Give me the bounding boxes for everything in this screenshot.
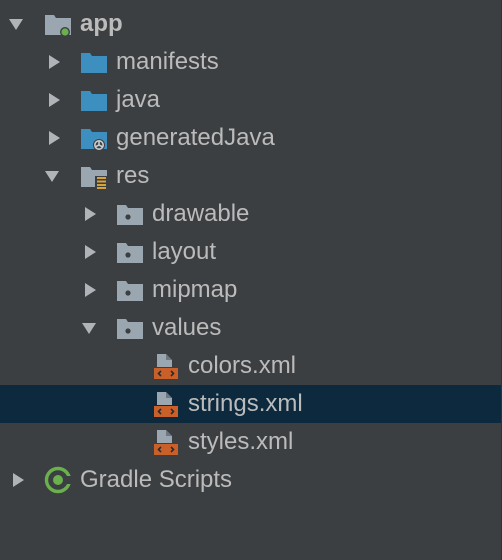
folder-blue-icon [80, 48, 108, 76]
folder-gray-icon [116, 276, 144, 304]
xml-file-icon [152, 390, 180, 418]
collapsed-arrow-icon[interactable] [44, 119, 64, 157]
tree-item-manifests[interactable]: manifests [0, 43, 502, 81]
tree-item-label: drawable [152, 200, 250, 227]
tree-item-label: layout [152, 238, 217, 265]
collapsed-arrow-icon[interactable] [80, 271, 100, 309]
tree-item-label: app [80, 10, 123, 37]
tree-item-colors-xml[interactable]: colors.xml [0, 347, 502, 385]
collapsed-arrow-icon[interactable] [80, 195, 100, 233]
tree-item-label: colors.xml [188, 352, 297, 379]
project-tree: app manifests java generatedJava res dra… [0, 0, 502, 560]
tree-item-label: styles.xml [188, 428, 294, 455]
tree-item-generatedJava[interactable]: generatedJava [0, 119, 502, 157]
resources-folder-icon [80, 162, 108, 190]
tree-item-drawable[interactable]: drawable [0, 195, 502, 233]
gradle-icon [44, 466, 72, 494]
expanded-arrow-icon[interactable] [79, 309, 99, 347]
tree-item-label: mipmap [152, 276, 238, 303]
tree-item-strings-xml[interactable]: strings.xml [0, 385, 502, 423]
tree-item-values[interactable]: values [0, 309, 502, 347]
tree-item-label: res [116, 162, 150, 189]
tree-item-label: manifests [116, 48, 219, 75]
tree-item-layout[interactable]: layout [0, 233, 502, 271]
generated-folder-icon [80, 124, 108, 152]
xml-file-icon [152, 428, 180, 456]
folder-gray-icon [116, 200, 144, 228]
tree-item-label: java [116, 86, 161, 113]
tree-item-app[interactable]: app [0, 5, 502, 43]
tree-item-label: Gradle Scripts [80, 466, 233, 493]
tree-item-label: strings.xml [188, 390, 303, 417]
folder-gray-icon [116, 314, 144, 342]
module-folder-icon [44, 10, 72, 38]
xml-file-icon [152, 352, 180, 380]
tree-item-gradle-scripts[interactable]: Gradle Scripts [0, 461, 502, 499]
folder-blue-icon [80, 86, 108, 114]
folder-gray-icon [116, 238, 144, 266]
tree-item-label: values [152, 314, 222, 341]
expanded-arrow-icon[interactable] [6, 5, 26, 43]
collapsed-arrow-icon[interactable] [80, 233, 100, 271]
collapsed-arrow-icon[interactable] [8, 461, 28, 499]
collapsed-arrow-icon[interactable] [44, 43, 64, 81]
tree-item-res[interactable]: res [0, 157, 502, 195]
tree-item-label: generatedJava [116, 124, 275, 151]
tree-item-java[interactable]: java [0, 81, 502, 119]
tree-item-styles-xml[interactable]: styles.xml [0, 423, 502, 461]
collapsed-arrow-icon[interactable] [44, 81, 64, 119]
tree-item-mipmap[interactable]: mipmap [0, 271, 502, 309]
expanded-arrow-icon[interactable] [42, 157, 62, 195]
